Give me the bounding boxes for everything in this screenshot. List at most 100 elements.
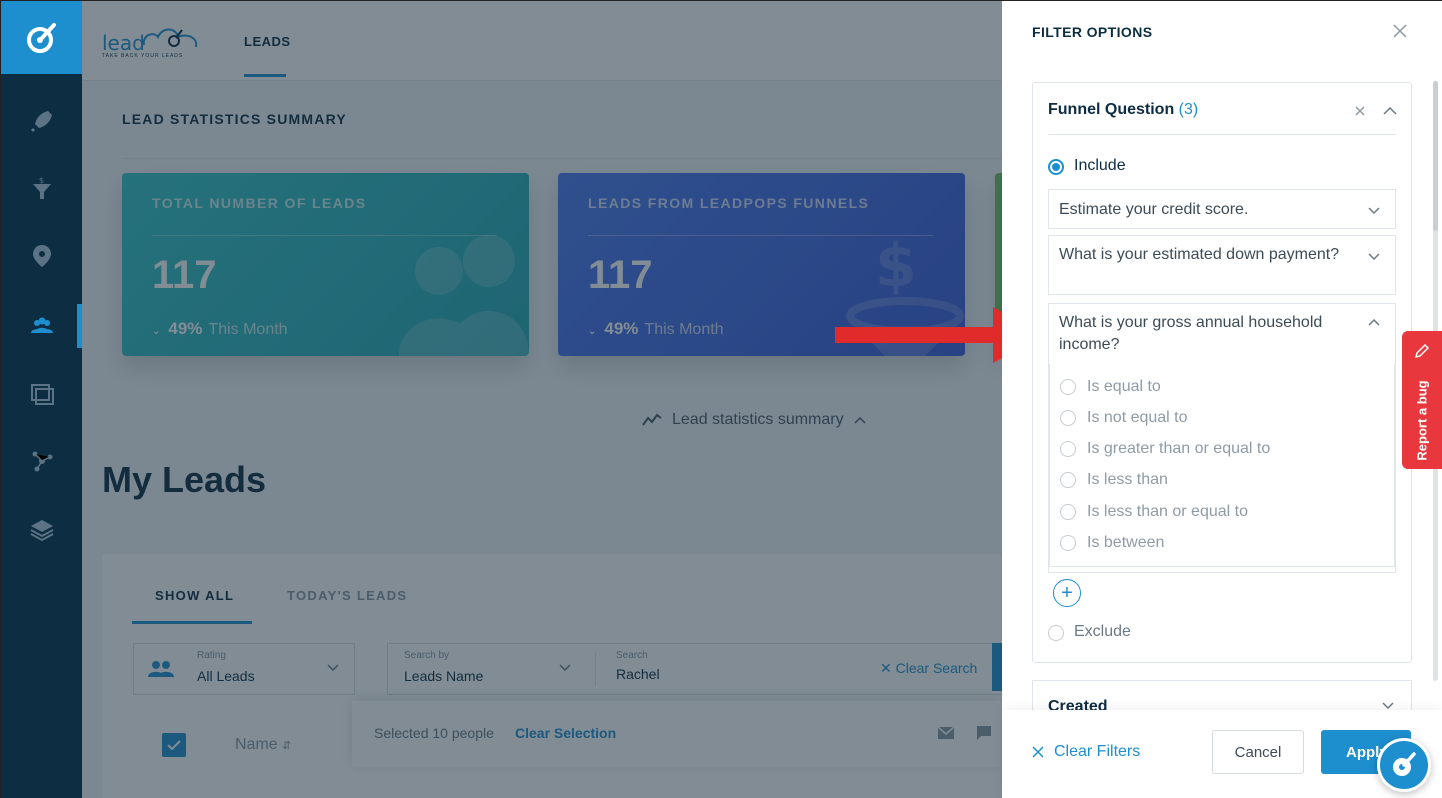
brand-tagline: TAKE BACK YOUR LEADS bbox=[102, 53, 184, 59]
check-icon bbox=[167, 740, 181, 751]
funnel-question-section: Funnel Question (3) Include Estimate you… bbox=[1032, 82, 1412, 663]
funnel-question-header[interactable]: Funnel Question (3) bbox=[1048, 101, 1198, 119]
windows-icon[interactable] bbox=[1, 373, 82, 413]
condition-radio[interactable] bbox=[1060, 441, 1076, 457]
report-bug-label-wrap: Report a bug bbox=[1404, 375, 1440, 465]
selection-bar: Selected 10 people Clear Selection bbox=[352, 701, 1002, 767]
card-label: LEADS FROM LEADPOPS FUNNELS bbox=[588, 195, 870, 211]
condition-option-label[interactable]: Is less than or equal to bbox=[1087, 503, 1248, 521]
card-value: 117 bbox=[588, 253, 653, 297]
condition-option-label[interactable]: Is greater than or equal to bbox=[1087, 440, 1270, 458]
divider bbox=[1048, 134, 1396, 135]
card-trend: ⌄ 49% This Month bbox=[152, 319, 288, 339]
add-question-button[interactable]: + bbox=[1053, 579, 1081, 607]
filter-drawer: FILTER OPTIONS Funnel Question (3) Inclu… bbox=[1002, 1, 1442, 798]
condition-options: Is equal to Is not equal to Is greater t… bbox=[1049, 364, 1395, 567]
chevron-up-icon[interactable] bbox=[1381, 102, 1399, 120]
tab-show-all[interactable]: SHOW ALL bbox=[155, 588, 234, 603]
exclude-label: Exclude bbox=[1074, 623, 1131, 640]
tab-active-underline bbox=[244, 74, 286, 77]
select-all-checkbox[interactable] bbox=[162, 733, 186, 757]
condition-radio[interactable] bbox=[1060, 410, 1076, 426]
include-label: Include bbox=[1074, 157, 1126, 174]
layers-icon[interactable] bbox=[1, 509, 82, 549]
chevron-down-icon: ⌄ bbox=[152, 326, 161, 337]
stats-summary-toggle[interactable]: Lead statistics summary bbox=[642, 411, 866, 429]
comment-icon[interactable] bbox=[976, 725, 992, 741]
help-chat-button[interactable] bbox=[1377, 738, 1431, 792]
question-text: Estimate your credit score. bbox=[1059, 201, 1249, 218]
card-percent: 49% bbox=[168, 319, 203, 338]
name-column-header[interactable]: Name ⇵ bbox=[235, 736, 291, 754]
leadpops-brand[interactable]: lead TAKE BACK YOUR LEADS bbox=[102, 21, 202, 61]
tab-todays-leads[interactable]: TODAY'S LEADS bbox=[287, 588, 407, 603]
search-button-edge[interactable] bbox=[992, 643, 1002, 691]
search-by-label: Search by bbox=[404, 650, 450, 661]
plus-icon: + bbox=[1061, 582, 1073, 604]
divider bbox=[122, 158, 1002, 159]
mail-icon[interactable] bbox=[937, 726, 955, 740]
condition-option-label[interactable]: Is less than bbox=[1087, 471, 1168, 489]
rating-select[interactable]: Rating All Leads bbox=[133, 643, 355, 695]
close-icon[interactable] bbox=[1390, 21, 1410, 41]
clear-filters-button[interactable]: Clear Filters bbox=[1032, 743, 1140, 761]
condition-option-label[interactable]: Is equal to bbox=[1087, 378, 1161, 396]
funnel-question-title: Funnel Question bbox=[1048, 101, 1175, 118]
drawer-title: FILTER OPTIONS bbox=[1032, 24, 1153, 40]
page-title: My Leads bbox=[102, 459, 267, 500]
condition-option-label[interactable]: Is between bbox=[1087, 534, 1164, 552]
chevron-up-icon bbox=[1368, 318, 1380, 326]
app-logo-button[interactable] bbox=[1, 1, 82, 74]
report-bug-label: Report a bug bbox=[1414, 379, 1430, 461]
close-icon bbox=[1032, 746, 1044, 758]
stats-toggle-label: Lead statistics summary bbox=[672, 411, 844, 428]
condition-option-label[interactable]: Is not equal to bbox=[1087, 409, 1188, 427]
location-pin-icon[interactable] bbox=[1, 236, 82, 276]
condition-radio[interactable] bbox=[1060, 504, 1076, 520]
close-icon[interactable] bbox=[1351, 102, 1369, 120]
svg-text:$: $ bbox=[39, 176, 44, 185]
divider bbox=[595, 652, 596, 686]
brand-logo-icon bbox=[142, 28, 198, 48]
clear-selection-link[interactable]: Clear Selection bbox=[515, 725, 616, 741]
question-select-1[interactable]: Estimate your credit score. bbox=[1048, 189, 1396, 229]
rating-label: Rating bbox=[197, 650, 226, 661]
rocket-icon[interactable] bbox=[1, 101, 82, 141]
card-percent: 49% bbox=[604, 319, 639, 338]
brand-wordmark: lead bbox=[102, 31, 145, 55]
tab-active-underline bbox=[132, 621, 252, 624]
summary-title: LEAD STATISTICS SUMMARY bbox=[122, 111, 347, 127]
search-by-value[interactable]: Leads Name bbox=[404, 668, 483, 684]
chevron-down-icon bbox=[327, 664, 339, 672]
sort-icon: ⇵ bbox=[282, 740, 292, 752]
clear-search-button[interactable]: ✕ Clear Search bbox=[880, 660, 977, 677]
scrollbar-thumb[interactable] bbox=[1433, 81, 1438, 231]
total-leads-card: TOTAL NUMBER OF LEADS 117 ⌄ 49% This Month bbox=[122, 173, 529, 356]
exclude-radio[interactable] bbox=[1048, 625, 1064, 641]
main-content: lead TAKE BACK YOUR LEADS LEADS LEAD STA… bbox=[82, 1, 1002, 798]
funnel-question-count: (3) bbox=[1178, 101, 1199, 118]
leadpops-logo-icon bbox=[1393, 752, 1416, 776]
card-value: 117 bbox=[152, 253, 217, 297]
report-bug-tab[interactable]: Report a bug bbox=[1402, 331, 1442, 469]
funnel-icon[interactable]: $ bbox=[1, 169, 82, 209]
search-input[interactable]: Rachel bbox=[616, 666, 660, 682]
drawer-footer: Clear Filters Cancel Apply bbox=[1002, 710, 1442, 798]
share-nodes-icon[interactable] bbox=[1, 441, 82, 481]
condition-radio[interactable] bbox=[1060, 472, 1076, 488]
condition-radio[interactable] bbox=[1060, 379, 1076, 395]
card-trend: ⌄ 49% This Month bbox=[588, 319, 724, 339]
cancel-button[interactable]: Cancel bbox=[1212, 730, 1304, 774]
tab-leads[interactable]: LEADS bbox=[244, 34, 291, 49]
divider bbox=[588, 235, 933, 236]
name-column-label: Name bbox=[235, 736, 278, 753]
people-icon bbox=[148, 661, 174, 677]
question-select-2[interactable]: What is your estimated down payment? bbox=[1048, 235, 1396, 295]
people-silhouette-icon bbox=[399, 235, 529, 356]
chevron-down-icon bbox=[1368, 207, 1380, 215]
include-radio[interactable] bbox=[1048, 159, 1064, 175]
condition-radio[interactable] bbox=[1060, 535, 1076, 551]
divider bbox=[152, 235, 497, 236]
chevron-up-icon bbox=[854, 416, 866, 424]
leads-people-icon[interactable] bbox=[1, 306, 82, 346]
